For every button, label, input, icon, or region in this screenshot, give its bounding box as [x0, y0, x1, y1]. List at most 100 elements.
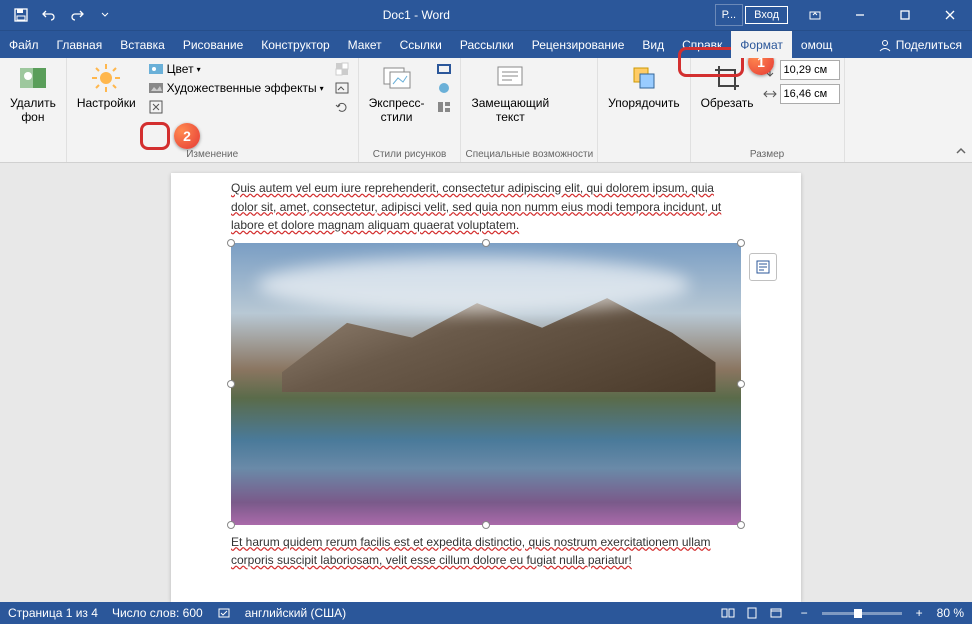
view-read-button[interactable]	[717, 604, 739, 622]
styles-icon	[381, 62, 413, 94]
zoom-slider[interactable]	[822, 612, 902, 615]
group-accessibility: Замещающий текст Специальные возможности	[461, 58, 598, 162]
color-button[interactable]: Цвет▾	[144, 60, 328, 78]
tab-insert[interactable]: Вставка	[111, 31, 174, 58]
tab-draw[interactable]: Рисование	[174, 31, 252, 58]
change-picture-button[interactable]	[330, 79, 354, 97]
share-label: Поделиться	[896, 38, 962, 52]
status-language[interactable]: английский (США)	[245, 606, 346, 620]
picture-layout-button[interactable]	[432, 98, 456, 116]
width-row	[762, 84, 840, 104]
group-access-label: Специальные возможности	[465, 147, 593, 162]
tab-help[interactable]: Справк	[673, 31, 731, 58]
resize-handle-s[interactable]	[482, 521, 490, 529]
group-styles-label: Стили рисунков	[363, 147, 457, 162]
share-button[interactable]: Поделиться	[868, 31, 972, 58]
width-input[interactable]	[780, 84, 840, 104]
selected-image[interactable]	[231, 243, 741, 525]
tab-format[interactable]: Формат	[731, 31, 792, 58]
titlebar-right: Р... Вход	[715, 0, 972, 30]
view-print-button[interactable]	[741, 604, 763, 622]
artistic-effects-button[interactable]: Художественные эффекты▾	[144, 79, 328, 97]
maximize-button[interactable]	[882, 0, 927, 30]
view-web-button[interactable]	[765, 604, 787, 622]
remove-background-button[interactable]: Удалить фон	[4, 60, 62, 127]
group-adjust: Настройки Цвет▾ Художественные эффекты▾ …	[67, 58, 359, 162]
corrections-button[interactable]: Настройки	[71, 60, 142, 112]
ribbon-options-button[interactable]	[792, 0, 837, 30]
resize-handle-n[interactable]	[482, 239, 490, 247]
document-area[interactable]: Quis autem vel eum iure reprehenderit, c…	[0, 163, 972, 602]
resize-handle-ne[interactable]	[737, 239, 745, 247]
resize-handle-w[interactable]	[227, 380, 235, 388]
tab-mailings[interactable]: Рассылки	[451, 31, 523, 58]
zoom-in-button[interactable]: +	[916, 606, 923, 620]
ribbon-tabs: Файл Главная Вставка Рисование Конструкт…	[0, 30, 972, 58]
login-button[interactable]: Вход	[745, 6, 788, 24]
picture-effects-button[interactable]	[432, 79, 456, 97]
save-button[interactable]	[8, 2, 34, 28]
compress-icon	[148, 99, 164, 115]
height-input[interactable]	[780, 60, 840, 80]
height-row	[762, 60, 840, 80]
crop-button[interactable]: Обрезать	[695, 60, 760, 112]
qat-customize-button[interactable]	[92, 2, 118, 28]
quick-access-toolbar	[0, 2, 118, 28]
tab-home[interactable]: Главная	[48, 31, 112, 58]
compress-button[interactable]	[144, 98, 328, 116]
group-size-label: Размер	[695, 147, 840, 162]
minimize-button[interactable]	[837, 0, 882, 30]
group-remove-bg: Удалить фон	[0, 58, 67, 162]
picture-styles-gallery[interactable]: Экспресс- стили	[363, 60, 431, 127]
layout-options-button[interactable]	[749, 253, 777, 281]
arrange-icon	[628, 62, 660, 94]
resize-handle-nw[interactable]	[227, 239, 235, 247]
undo-button[interactable]	[36, 2, 62, 28]
close-button[interactable]	[927, 0, 972, 30]
resize-handle-e[interactable]	[737, 380, 745, 388]
picture-tools-contextual: Р...	[715, 4, 743, 26]
arrange-button[interactable]: Упорядочить	[602, 60, 685, 112]
resize-handle-sw[interactable]	[227, 521, 235, 529]
ribbon: Удалить фон Настройки Цвет▾ Художественн…	[0, 58, 972, 163]
tab-view[interactable]: Вид	[633, 31, 673, 58]
status-proofing-icon[interactable]	[217, 606, 231, 620]
tab-more[interactable]: омощ	[792, 31, 841, 58]
transparency-button[interactable]	[330, 60, 354, 78]
artistic-icon	[148, 80, 164, 96]
color-icon	[148, 61, 164, 77]
group-adjust-label: Изменение	[71, 147, 354, 162]
paragraph-2: Et harum quidem rerum facilis est et exp…	[231, 533, 741, 570]
layout-icon	[436, 99, 452, 115]
page: Quis autem vel eum iure reprehenderit, c…	[171, 173, 801, 602]
alt-text-icon	[494, 62, 526, 94]
transparency-icon	[334, 61, 350, 77]
tab-file[interactable]: Файл	[0, 31, 48, 58]
person-icon	[878, 38, 892, 52]
alt-text-button[interactable]: Замещающий текст	[465, 60, 555, 127]
collapse-ribbon-button[interactable]	[954, 144, 968, 158]
paragraph-1: Quis autem vel eum iure reprehenderit, c…	[231, 179, 741, 235]
brightness-icon	[90, 62, 122, 94]
crop-icon	[711, 62, 743, 94]
group-picture-styles: Экспресс- стили Стили рисунков	[359, 58, 462, 162]
tab-layout[interactable]: Макет	[339, 31, 391, 58]
resize-handle-se[interactable]	[737, 521, 745, 529]
status-words[interactable]: Число слов: 600	[112, 606, 203, 620]
remove-bg-icon	[17, 62, 49, 94]
alt-text-label: Замещающий текст	[471, 96, 549, 125]
tab-design[interactable]: Конструктор	[252, 31, 338, 58]
picture-border-button[interactable]	[432, 60, 456, 78]
redo-button[interactable]	[64, 2, 90, 28]
reset-picture-button[interactable]	[330, 98, 354, 116]
effects-icon	[436, 80, 452, 96]
zoom-level[interactable]: 80 %	[937, 606, 964, 620]
zoom-out-button[interactable]: −	[801, 606, 808, 620]
window-title: Doc1 - Word	[118, 8, 715, 22]
status-page[interactable]: Страница 1 из 4	[8, 606, 98, 620]
tab-references[interactable]: Ссылки	[391, 31, 451, 58]
mountain-photo	[231, 243, 741, 525]
titlebar: Doc1 - Word Р... Вход	[0, 0, 972, 30]
tab-review[interactable]: Рецензирование	[523, 31, 634, 58]
statusbar: Страница 1 из 4 Число слов: 600 английск…	[0, 602, 972, 624]
